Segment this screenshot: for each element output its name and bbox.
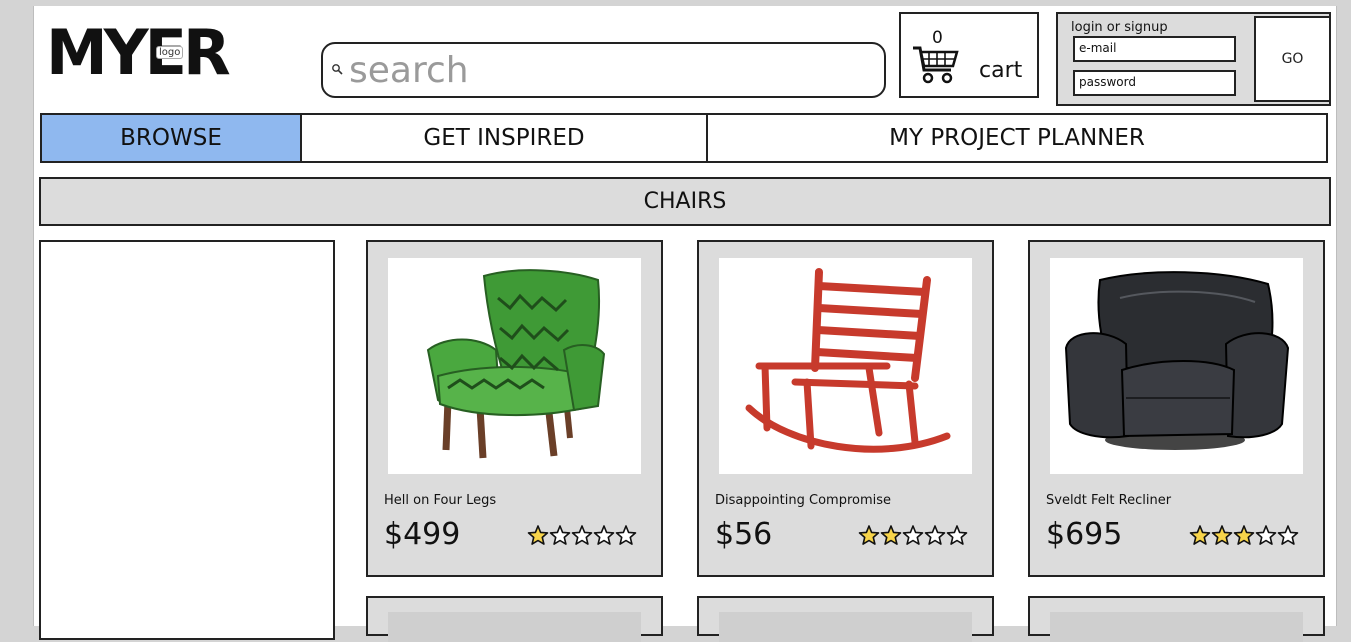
star-empty-icon[interactable] xyxy=(1276,524,1300,546)
product-card[interactable] xyxy=(697,596,994,642)
armchair-illustration xyxy=(426,269,606,459)
page: MYER logo search 0 cart login or signup … xyxy=(33,6,1337,642)
login-panel: login or signup e-mail password GO xyxy=(1056,12,1331,106)
product-card[interactable]: Disappointing Compromise $56 xyxy=(697,240,994,577)
filter-sidebar xyxy=(39,240,335,640)
password-field[interactable]: password xyxy=(1073,70,1236,96)
tab-get-inspired[interactable]: GET INSPIRED xyxy=(302,115,708,161)
star-empty-icon[interactable] xyxy=(570,524,594,546)
go-button[interactable]: GO xyxy=(1254,16,1331,102)
shopping-cart-icon xyxy=(913,46,959,84)
star-filled-icon[interactable] xyxy=(1188,524,1212,546)
product-card[interactable]: Hell on Four Legs $499 xyxy=(366,240,663,577)
category-header: CHAIRS xyxy=(39,177,1331,226)
main-nav: BROWSE GET INSPIRED MY PROJECT PLANNER xyxy=(40,113,1328,163)
rocking-chair-illustration xyxy=(745,268,951,453)
star-filled-icon[interactable] xyxy=(526,524,550,546)
product-price: $499 xyxy=(384,517,461,552)
search-input[interactable]: search xyxy=(321,42,886,98)
product-image-black-recliner[interactable] xyxy=(1050,258,1303,474)
star-empty-icon[interactable] xyxy=(548,524,572,546)
myer-logo[interactable]: MYER xyxy=(46,22,231,84)
star-empty-icon[interactable] xyxy=(1254,524,1278,546)
tab-browse[interactable]: BROWSE xyxy=(42,115,302,161)
product-price: $695 xyxy=(1046,517,1123,552)
star-filled-icon[interactable] xyxy=(1210,524,1234,546)
search-icon xyxy=(332,64,343,75)
star-filled-icon[interactable] xyxy=(1232,524,1256,546)
star-empty-icon[interactable] xyxy=(923,524,947,546)
cart-label: cart xyxy=(979,58,1023,83)
product-card[interactable] xyxy=(1028,596,1325,642)
search-placeholder: search xyxy=(349,49,469,91)
star-empty-icon[interactable] xyxy=(614,524,638,546)
login-title: login or signup xyxy=(1071,20,1168,35)
product-name[interactable]: Sveldt Felt Recliner xyxy=(1046,493,1171,508)
product-name[interactable]: Disappointing Compromise xyxy=(715,493,891,508)
email-field[interactable]: e-mail xyxy=(1073,36,1236,62)
recliner-illustration xyxy=(1064,271,1290,450)
cart-button[interactable]: 0 cart xyxy=(899,12,1039,98)
product-image-red-rocking-chair[interactable] xyxy=(719,258,972,474)
product-card[interactable] xyxy=(366,596,663,642)
product-name[interactable]: Hell on Four Legs xyxy=(384,493,496,508)
star-empty-icon[interactable] xyxy=(592,524,616,546)
product-card[interactable]: Sveldt Felt Recliner $695 xyxy=(1028,240,1325,577)
product-image-green-armchair[interactable] xyxy=(388,258,641,474)
logo-placeholder-tag: logo xyxy=(156,46,184,59)
star-filled-icon[interactable] xyxy=(857,524,881,546)
product-price: $56 xyxy=(715,517,773,552)
star-empty-icon[interactable] xyxy=(945,524,969,546)
star-rating[interactable] xyxy=(857,524,969,546)
star-filled-icon[interactable] xyxy=(879,524,903,546)
star-rating[interactable] xyxy=(1188,524,1300,546)
star-rating[interactable] xyxy=(526,524,638,546)
star-empty-icon[interactable] xyxy=(901,524,925,546)
tab-my-project-planner[interactable]: MY PROJECT PLANNER xyxy=(708,115,1326,161)
